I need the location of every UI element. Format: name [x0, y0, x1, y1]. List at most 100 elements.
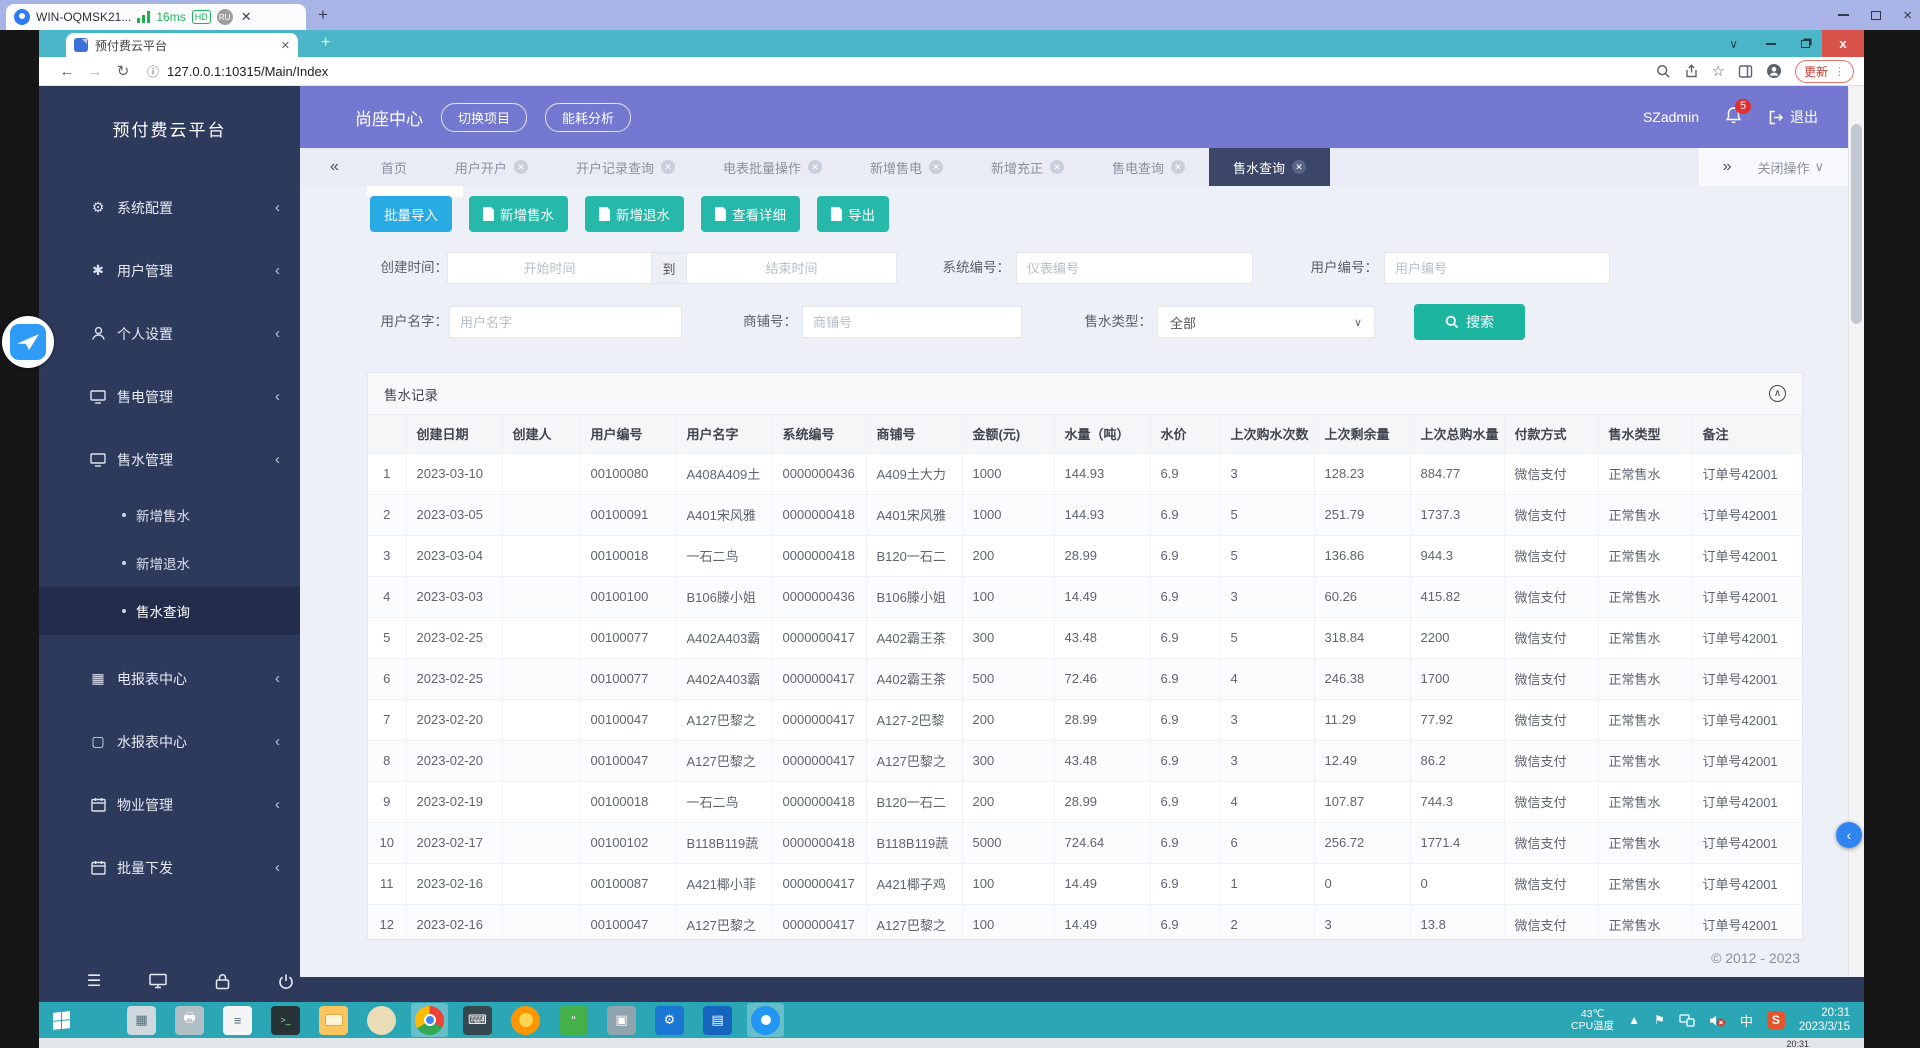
- taskbar-app-folder[interactable]: [315, 1003, 352, 1037]
- scrollbar-thumb[interactable]: [1851, 124, 1862, 324]
- sidebar-subitem-售水查询[interactable]: 售水查询: [39, 587, 300, 635]
- action-button-查看详细[interactable]: 查看详细: [701, 196, 800, 232]
- sidebar-subitem-新增售水[interactable]: 新增售水: [39, 491, 300, 539]
- table-row[interactable]: 62023-02-2500100077A402A403霸0000000417A4…: [368, 658, 1803, 699]
- zoom-icon[interactable]: [1656, 64, 1671, 79]
- action-button-导出[interactable]: 导出: [817, 196, 889, 232]
- bookmark-star-icon[interactable]: ☆: [1712, 62, 1725, 80]
- table-row[interactable]: 112023-02-1600100087A421椰小菲0000000417A42…: [368, 863, 1803, 904]
- window-minimize-button[interactable]: [1754, 30, 1788, 57]
- end-time-input[interactable]: [686, 252, 897, 284]
- shop-no-input[interactable]: [802, 306, 1022, 338]
- monitor-icon[interactable]: [147, 973, 169, 989]
- notification-bell[interactable]: 5: [1725, 106, 1742, 129]
- remote-floating-ball[interactable]: [2, 316, 54, 368]
- reload-button[interactable]: ↻: [109, 62, 137, 80]
- switch-project-button[interactable]: 切换项目: [441, 103, 527, 132]
- address-bar[interactable]: ⓘ 127.0.0.1:10315/Main/Index: [147, 63, 1656, 80]
- taskbar-app-keyboard[interactable]: ⌨: [459, 1003, 496, 1037]
- viewer-side-handle[interactable]: ‹: [1836, 822, 1862, 848]
- tab-电表批量操作[interactable]: 电表批量操作✕: [699, 148, 846, 186]
- tab-新增充正[interactable]: 新增充正✕: [967, 148, 1088, 186]
- tab-close-icon[interactable]: ✕: [1050, 160, 1064, 174]
- profile-avatar[interactable]: [1766, 63, 1782, 79]
- sidebar-item-1[interactable]: ⚙系统配置‹: [39, 176, 300, 239]
- forward-button[interactable]: →: [81, 63, 109, 80]
- sidebar-item-2[interactable]: ✱用户管理‹: [39, 239, 300, 302]
- window-restore-button[interactable]: [1788, 30, 1822, 57]
- flag-icon[interactable]: ⚑: [1654, 1013, 1665, 1027]
- taskbar-app-firefox[interactable]: [507, 1003, 544, 1037]
- tab-首页[interactable]: 首页: [357, 148, 431, 186]
- table-row[interactable]: 12023-03-1000100080A408A409土0000000436A4…: [368, 453, 1803, 494]
- close-operations-menu[interactable]: 关闭操作∨: [1757, 158, 1824, 177]
- browser-new-tab-button[interactable]: +: [321, 34, 330, 52]
- viewer-close-button[interactable]: ×: [1903, 8, 1912, 23]
- hamburger-menu-icon[interactable]: ☰: [83, 971, 105, 991]
- back-button[interactable]: ←: [53, 63, 81, 80]
- session-close-icon[interactable]: ✕: [241, 9, 252, 25]
- table-row[interactable]: 92023-02-1900100018一石二鸟0000000418B120一石二…: [368, 781, 1803, 822]
- tray-expand-icon[interactable]: ▲: [1628, 1013, 1640, 1027]
- taskbar-app-printer[interactable]: 🖶: [171, 1003, 208, 1037]
- sogou-input-icon[interactable]: S: [1767, 1011, 1785, 1029]
- action-button-新增售水[interactable]: 新增售水: [469, 196, 568, 232]
- logout-button[interactable]: 退出: [1768, 107, 1818, 127]
- table-row[interactable]: 42023-03-0300100100B106滕小姐0000000436B106…: [368, 576, 1803, 617]
- tab-用户开户[interactable]: 用户开户✕: [431, 148, 552, 186]
- tab-售电查询[interactable]: 售电查询✕: [1088, 148, 1209, 186]
- taskbar-app-window[interactable]: ▣: [603, 1003, 640, 1037]
- table-row[interactable]: 82023-02-2000100047A127巴黎之0000000417A127…: [368, 740, 1803, 781]
- sale-type-select[interactable]: 全部∨: [1157, 306, 1375, 338]
- taskbar-app-reader[interactable]: ▤: [699, 1003, 736, 1037]
- chevron-down-icon[interactable]: ∨: [1729, 37, 1738, 51]
- tab-close-icon[interactable]: ✕: [1292, 160, 1306, 174]
- volume-muted-icon[interactable]: [1709, 1014, 1726, 1027]
- start-button[interactable]: [39, 1002, 83, 1038]
- lock-icon[interactable]: [211, 973, 233, 990]
- sidebar-item-5[interactable]: 售水管理‹: [39, 428, 300, 491]
- tab-新增售电[interactable]: 新增售电✕: [846, 148, 967, 186]
- table-row[interactable]: 122023-02-1600100047A127巴黎之0000000417A12…: [368, 904, 1803, 940]
- new-session-button[interactable]: +: [318, 5, 328, 25]
- tabs-scroll-right-icon[interactable]: »: [1723, 158, 1732, 176]
- menu-dots-icon[interactable]: ⋮: [1834, 65, 1845, 78]
- table-row[interactable]: 32023-03-0400100018一石二鸟0000000418B120一石二…: [368, 535, 1803, 576]
- viewer-minimize-button[interactable]: [1838, 14, 1849, 16]
- browser-tab[interactable]: 预付费云平台 ✕: [66, 33, 298, 57]
- sidebar-item-3[interactable]: 个人设置‹: [39, 302, 300, 365]
- viewer-maximize-button[interactable]: [1871, 11, 1881, 20]
- taskbar-app-notepad[interactable]: ≡: [219, 1003, 256, 1037]
- action-button-新增退水[interactable]: 新增退水: [585, 196, 684, 232]
- cpu-temp-widget[interactable]: 43℃CPU温度: [1571, 1008, 1614, 1032]
- sidebar-item-7[interactable]: ▢水报表中心‹: [39, 710, 300, 773]
- ime-indicator[interactable]: 中: [1740, 1011, 1753, 1030]
- taskbar-app-wechat[interactable]: “: [555, 1003, 592, 1037]
- action-button-批量导入[interactable]: 批量导入: [370, 196, 452, 232]
- tabs-scroll-left-icon[interactable]: «: [330, 158, 339, 176]
- table-row[interactable]: 72023-02-2000100047A127巴黎之0000000417A127…: [368, 699, 1803, 740]
- share-icon[interactable]: [1684, 64, 1699, 79]
- sidebar-item-6[interactable]: ▦电报表中心‹: [39, 647, 300, 710]
- sidebar-item-8[interactable]: 物业管理‹: [39, 773, 300, 836]
- tab-close-icon[interactable]: ✕: [514, 160, 528, 174]
- sidebar-subitem-新增退水[interactable]: 新增退水: [39, 539, 300, 587]
- taskbar-app-todesk[interactable]: [747, 1003, 784, 1037]
- side-panel-icon[interactable]: [1738, 64, 1753, 79]
- browser-update-button[interactable]: 更新 ⋮: [1795, 60, 1854, 83]
- collapse-panel-icon[interactable]: ∧: [1769, 385, 1786, 402]
- energy-analysis-button[interactable]: 能耗分析: [545, 103, 631, 132]
- taskbar-app-terminal[interactable]: >_: [267, 1003, 304, 1037]
- table-row[interactable]: 102023-02-1700100102B118B119蔬0000000418B…: [368, 822, 1803, 863]
- tab-close-icon[interactable]: ✕: [929, 160, 943, 174]
- tab-close-icon[interactable]: ✕: [1171, 160, 1185, 174]
- user-name-input[interactable]: [449, 306, 682, 338]
- browser-tab-close-icon[interactable]: ✕: [281, 39, 290, 52]
- start-time-input[interactable]: [447, 252, 652, 284]
- user-no-input[interactable]: [1384, 252, 1610, 284]
- taskbar-app-gear[interactable]: ⚙: [651, 1003, 688, 1037]
- tab-close-icon[interactable]: ✕: [661, 160, 675, 174]
- taskbar-app-grid[interactable]: ▦: [123, 1003, 160, 1037]
- tab-开户记录查询[interactable]: 开户记录查询✕: [552, 148, 699, 186]
- power-icon[interactable]: [275, 973, 297, 990]
